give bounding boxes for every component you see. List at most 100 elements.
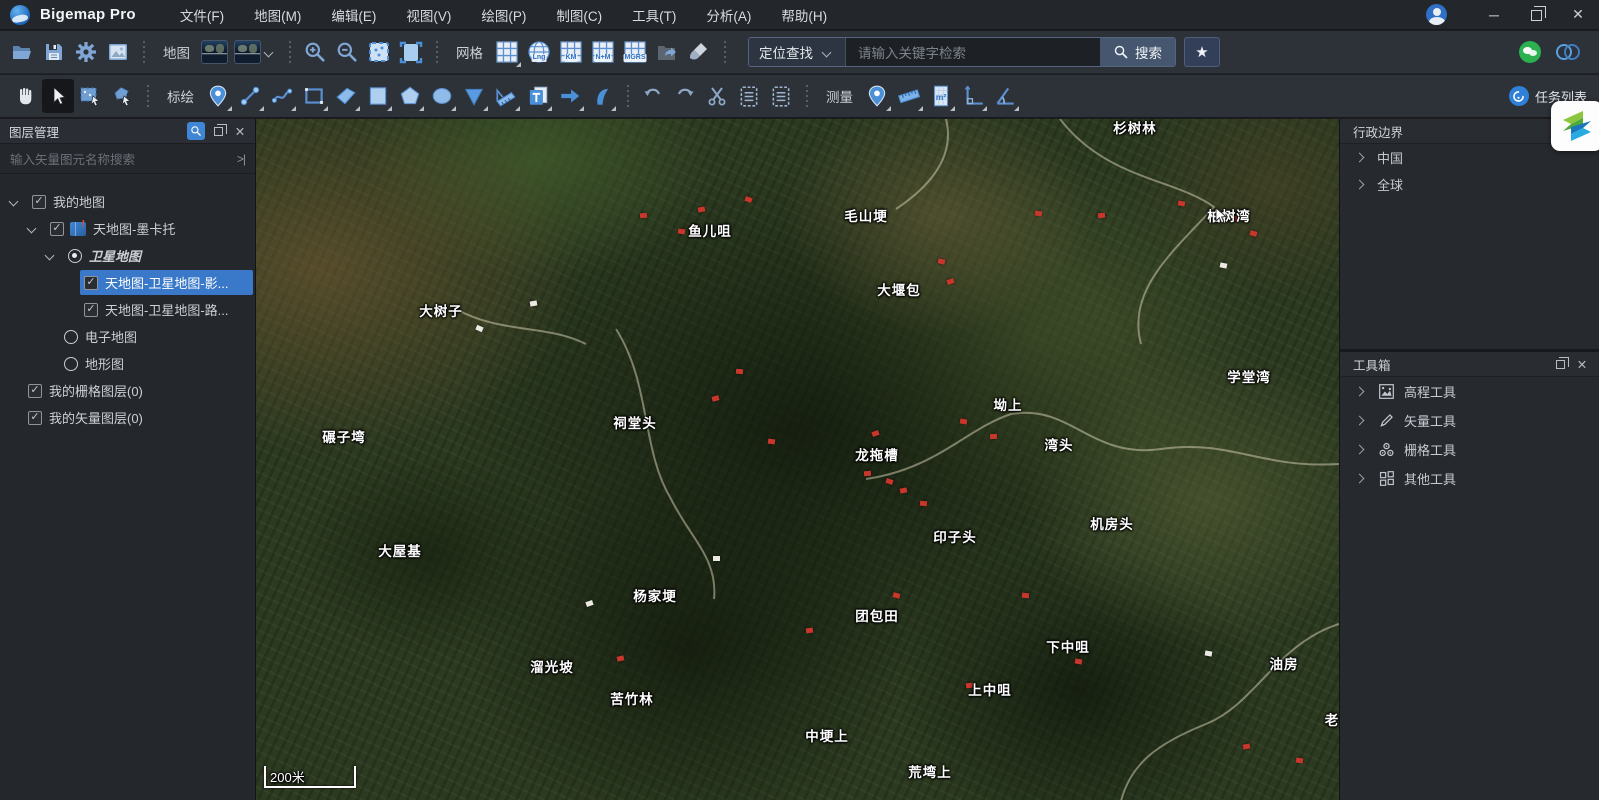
qq-hearts-icon[interactable] [1555,41,1581,63]
rect-select-button[interactable] [74,79,106,113]
cut-button[interactable] [701,79,733,113]
menu-tools[interactable]: 工具(T) [620,0,688,30]
draw-pentagon-button[interactable] [394,79,426,113]
float-icon [214,127,223,136]
grid-mgrs-button[interactable]: MGRS [619,35,651,69]
locate-mode-select[interactable]: 定位查找 [749,38,846,66]
export-grid-button[interactable] [651,35,683,69]
toolbox-item-矢量工具[interactable]: 矢量工具 [1340,406,1599,435]
clear-button[interactable] [683,35,715,69]
layer-radio[interactable] [64,330,78,344]
polygon-select-button[interactable] [106,79,138,113]
layer-checkbox[interactable]: ✓ [84,303,98,317]
menu-analysis[interactable]: 分析(A) [694,0,763,30]
layer-search-placeholder: 输入矢量图元名称搜索 [10,149,237,168]
user-avatar[interactable] [1426,4,1447,25]
export-image-button[interactable] [102,35,134,69]
layer-search-row[interactable]: 输入矢量图元名称搜索 >| [0,144,255,174]
layer-checkbox[interactable]: ✓ [32,195,46,209]
draw-point-button[interactable] [202,79,234,113]
chevron-down-icon[interactable] [6,194,22,210]
close-panel-button[interactable]: ✕ [231,122,249,140]
layer-search-button[interactable] [187,122,205,140]
zoom-in-button[interactable] [299,35,331,69]
float-panel-button[interactable] [209,122,227,140]
grid-lng-button[interactable]: Lng [523,35,555,69]
select-region-button[interactable] [363,35,395,69]
tree-row[interactable]: ✓我的矢量图层(0) [0,404,255,431]
draw-line-button[interactable] [234,79,266,113]
draw-sector-button[interactable] [458,79,490,113]
menu-map[interactable]: 地图(M) [242,0,313,30]
draw-curve-button[interactable] [266,79,298,113]
layer-radio[interactable] [68,249,82,263]
pan-tool-button[interactable] [10,79,42,113]
measure-angle-button[interactable] [989,79,1021,113]
basemap-thumbnail-1[interactable] [198,35,231,69]
draw-filled-rect-button[interactable] [362,79,394,113]
draw-hook-arrow-button[interactable] [586,79,618,113]
save-button[interactable] [38,35,70,69]
close-panel-button[interactable]: ✕ [1573,355,1591,373]
tree-row[interactable]: ✓天地图-卫星地图-路... [0,296,255,323]
draw-ellipse-button[interactable] [426,79,458,113]
map-viewport[interactable]: 杉树林毛山埂鱼儿咀柏树湾大堰包大树子学堂湾碾子塆祠堂头坳上湾头龙拖槽机房头印子头… [256,119,1339,800]
redo-button[interactable] [669,79,701,113]
draw-rectangle-button[interactable] [298,79,330,113]
tree-row[interactable]: ✓我的地图 [0,188,255,215]
layer-checkbox[interactable]: ✓ [84,276,98,290]
restore-button[interactable] [1515,0,1557,30]
grid-button[interactable] [491,35,523,69]
tree-row[interactable]: 卫星地图 [0,242,255,269]
tree-row[interactable]: ✓我的栅格图层(0) [0,377,255,404]
close-button[interactable]: ✕ [1557,0,1599,30]
tree-row[interactable]: 电子地图 [0,323,255,350]
measure-rightangle-button[interactable] [957,79,989,113]
toolbox-item-其他工具[interactable]: 其他工具 [1340,464,1599,493]
toolbox-item-高程工具[interactable]: 高程工具 [1340,377,1599,406]
zoom-out-button[interactable] [331,35,363,69]
wechat-icon[interactable] [1519,41,1541,63]
settings-button[interactable] [70,35,102,69]
toolbox-item-栅格工具[interactable]: 栅格工具 [1340,435,1599,464]
admin-item-全球[interactable]: 全球 [1340,171,1599,198]
menu-file[interactable]: 文件(F) [168,0,236,30]
menu-edit[interactable]: 编辑(E) [319,0,388,30]
select-tool-button[interactable] [42,79,74,113]
float-panel-button[interactable] [1551,355,1569,373]
brand-badge[interactable] [1551,101,1599,151]
grid-km-button[interactable]: KM [555,35,587,69]
open-project-button[interactable] [6,35,38,69]
paste-button[interactable] [765,79,797,113]
layer-radio[interactable] [64,357,78,371]
copy-button[interactable] [733,79,765,113]
layer-checkbox[interactable]: ✓ [28,411,42,425]
menu-help[interactable]: 帮助(H) [769,0,839,30]
grid-ntm-button[interactable]: N+M [587,35,619,69]
draw-text-button[interactable] [522,79,554,113]
search-button[interactable]: 搜索 [1100,38,1175,66]
favorites-button[interactable]: ★ [1184,37,1220,67]
draw-arrow-button[interactable] [554,79,586,113]
menu-draw[interactable]: 绘图(P) [469,0,538,30]
minimize-button[interactable]: ─ [1473,0,1515,30]
layer-checkbox[interactable]: ✓ [50,222,64,236]
keyword-search-input[interactable]: 请输入关键字检索 [846,38,1100,66]
layer-checkbox[interactable]: ✓ [28,384,42,398]
measure-area-button[interactable]: m² [925,79,957,113]
measure-point-button[interactable] [861,79,893,113]
menu-view[interactable]: 视图(V) [394,0,463,30]
draw-level-button[interactable] [490,79,522,113]
tree-row[interactable]: ✓天地图-墨卡托 [0,215,255,242]
draw-kite-button[interactable] [330,79,362,113]
frame-select-button[interactable] [395,35,427,69]
undo-button[interactable] [637,79,669,113]
chevron-down-icon[interactable] [24,221,40,237]
chevron-down-icon[interactable] [42,248,58,264]
tree-row[interactable]: 地形图 [0,350,255,377]
basemap-thumbnail-2[interactable] [231,35,280,69]
measure-distance-button[interactable] [893,79,925,113]
menu-mapping[interactable]: 制图(C) [544,0,614,30]
expand-search-icon[interactable]: >| [237,152,245,166]
tree-row[interactable]: ✓天地图-卫星地图-影... [0,269,255,296]
